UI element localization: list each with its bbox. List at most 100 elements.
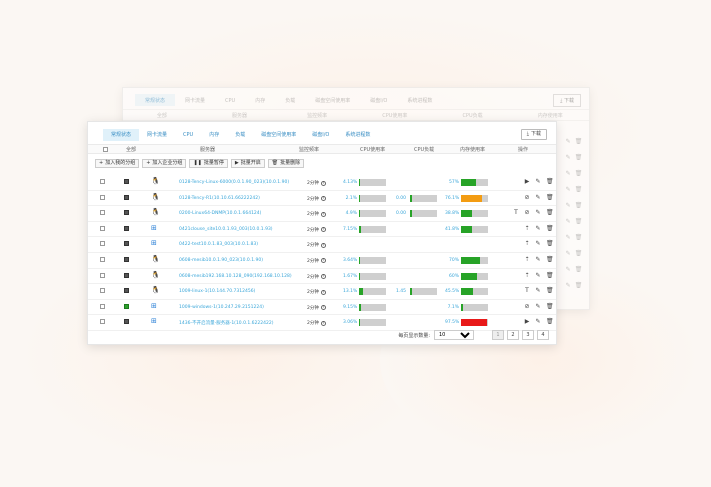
trash-icon[interactable]: 🗑 — [546, 225, 554, 232]
batch-pause-button[interactable]: ❚❚ 批量暂停 — [189, 159, 228, 168]
help-icon[interactable]: ? — [320, 211, 326, 217]
table-row: ⊞ 1436-不开启流量-服务器-1(10.0.1.6222422) 2分钟? 3.0… — [88, 315, 556, 331]
page-1-button[interactable]: 1 — [492, 330, 504, 340]
edit-icon[interactable]: ✎ — [535, 178, 541, 185]
edit-icon: ✎ — [565, 137, 571, 145]
edit-icon: ✎ — [565, 265, 571, 273]
server-name-link[interactable]: 1009-linux-1(10.144.70.7312456) — [179, 289, 255, 294]
help-icon[interactable]: ? — [320, 320, 326, 326]
cpu-usage-value: 3.06% — [343, 320, 358, 326]
edit-icon[interactable]: ✎ — [535, 240, 541, 247]
help-icon[interactable]: ? — [320, 289, 326, 295]
add-to-enterprise-group-button[interactable]: + 加入企业分组 — [142, 159, 187, 168]
upload-icon[interactable]: ⇡ — [524, 256, 530, 263]
tab-系统进程数[interactable]: 系统进程数 — [337, 129, 378, 141]
tab-CPU[interactable]: CPU — [175, 129, 201, 141]
help-icon[interactable]: ? — [320, 227, 326, 233]
memory-usage-bar — [461, 288, 488, 296]
add-to-my-group-label: 加入我的分组 — [105, 160, 136, 166]
row-checkbox[interactable] — [100, 288, 105, 294]
server-name-link[interactable]: 1436-不开启流量-服务器-1(10.0.1.6222422) — [179, 320, 273, 326]
edit-icon[interactable]: ✎ — [535, 318, 541, 325]
row-checkbox[interactable] — [100, 225, 105, 231]
tab-常规状态[interactable]: 常规状态 — [103, 129, 140, 141]
cpu-load-fill — [410, 210, 413, 218]
trash-icon[interactable]: 🗑 — [546, 240, 554, 247]
edit-icon[interactable]: ✎ — [535, 256, 541, 263]
server-name-link[interactable]: 0421clouse_site10.0.1.93_003(10.0.1.93) — [179, 227, 273, 232]
trash-icon[interactable]: 🗑 — [546, 209, 554, 216]
server-name-link[interactable]: 0608-mesib10.0.1.90_023(10.0.1.90) — [179, 258, 263, 263]
cpu-usage-fill — [359, 225, 361, 233]
play-icon[interactable]: ▶ — [524, 178, 530, 185]
text-icon[interactable]: T — [524, 287, 530, 294]
server-name-link[interactable]: 0200-Linux64-DNMP(10.0.1.664124) — [179, 211, 261, 216]
play-icon[interactable]: ▶ — [524, 318, 530, 325]
server-name-link[interactable]: 0128-Tency-R1(10.10.61.66222242) — [179, 196, 260, 201]
help-icon[interactable]: ? — [320, 180, 326, 186]
edit-icon[interactable]: ✎ — [535, 303, 541, 310]
tab-内存[interactable]: 内存 — [201, 129, 227, 141]
tab-负载[interactable]: 负载 — [227, 129, 253, 141]
help-icon[interactable]: ? — [320, 242, 326, 248]
row-checkbox[interactable] — [100, 210, 105, 216]
status-indicator — [124, 241, 129, 247]
page-3-button[interactable]: 3 — [522, 330, 534, 340]
background-tab: 内存 — [255, 98, 266, 104]
ban-icon[interactable]: ⊘ — [524, 194, 530, 201]
memory-usage-value: 41.8% — [445, 226, 460, 232]
table-row: 🐧 0128-Tency-R1(10.10.61.66222242) 2分钟? 2.1… — [88, 191, 556, 207]
trash-icon[interactable]: 🗑 — [546, 256, 554, 263]
server-name-link[interactable]: 0608-mesib192.168.10.128_090(192.168.10.… — [179, 274, 292, 279]
trash-icon[interactable]: 🗑 — [546, 287, 554, 294]
batch-delete-button[interactable]: 🗑 批量删除 — [267, 159, 305, 168]
help-icon[interactable]: ? — [320, 305, 326, 311]
help-icon[interactable]: ? — [320, 274, 326, 280]
tab-磁盘I/O[interactable]: 磁盘I/O — [304, 129, 337, 141]
ban-icon[interactable]: ⊘ — [524, 209, 530, 216]
server-name-link[interactable]: 0128-Tency-Linux-6000(0.0.1.90_023)(10.0… — [179, 180, 289, 185]
row-checkbox[interactable] — [100, 319, 105, 325]
text-icon[interactable]: T — [513, 209, 519, 216]
help-icon[interactable]: ? — [320, 258, 326, 264]
upload-icon[interactable]: ⇡ — [524, 240, 530, 247]
cpu-usage-fill — [359, 319, 361, 327]
memory-usage-bar — [461, 194, 488, 202]
row-checkbox[interactable] — [100, 256, 105, 262]
row-checkbox[interactable] — [100, 194, 105, 200]
select-all-checkbox[interactable] — [103, 147, 108, 152]
row-checkbox[interactable] — [100, 179, 105, 184]
edit-icon[interactable]: ✎ — [535, 272, 541, 279]
tab-磁盘空间使用率[interactable]: 磁盘空间使用率 — [253, 129, 304, 141]
edit-icon[interactable]: ✎ — [535, 287, 541, 294]
background-download-button: ⤓ 下载 — [553, 94, 581, 107]
page-size-select[interactable]: 10 — [434, 330, 474, 340]
add-to-my-group-button[interactable]: + 加入我的分组 — [95, 159, 140, 168]
monitor-frequency: 2分钟? — [307, 274, 326, 280]
upload-icon[interactable]: ⇡ — [524, 225, 530, 232]
help-icon[interactable]: ? — [320, 196, 326, 202]
upload-icon[interactable]: ⇡ — [524, 272, 530, 279]
row-checkbox[interactable] — [100, 272, 105, 278]
page-4-button[interactable]: 4 — [537, 330, 549, 340]
ban-icon[interactable]: ⊘ — [524, 303, 530, 310]
row-checkbox[interactable] — [100, 241, 105, 247]
edit-icon[interactable]: ✎ — [535, 194, 541, 201]
page-2-button[interactable]: 2 — [507, 330, 519, 340]
trash-icon[interactable]: 🗑 — [546, 178, 554, 185]
edit-icon[interactable]: ✎ — [535, 209, 541, 216]
tab-网卡流量[interactable]: 网卡流量 — [139, 129, 175, 141]
download-button[interactable]: ⤓ 下载 — [520, 129, 547, 140]
linux-icon: 🐧 — [151, 254, 160, 263]
trash-icon[interactable]: 🗑 — [546, 318, 554, 325]
background-tab: 磁盘I/O — [370, 98, 388, 104]
trash-icon[interactable]: 🗑 — [546, 303, 554, 310]
metric-tabs: 常规状态 网卡流量 CPU 内存 负载 磁盘空间使用率 磁盘I/O 系统进程数 — [103, 129, 378, 141]
trash-icon[interactable]: 🗑 — [546, 194, 554, 201]
server-name-link[interactable]: 0422-test10.0.1.83_003(10.0.1.83) — [179, 242, 258, 247]
trash-icon[interactable]: 🗑 — [546, 272, 554, 279]
row-checkbox[interactable] — [100, 303, 105, 309]
server-name-link[interactable]: 1009-windows-1(10.247.29.2151224) — [179, 305, 264, 310]
batch-start-button[interactable]: ▶ 批量开启 — [230, 159, 265, 168]
edit-icon[interactable]: ✎ — [535, 225, 541, 232]
